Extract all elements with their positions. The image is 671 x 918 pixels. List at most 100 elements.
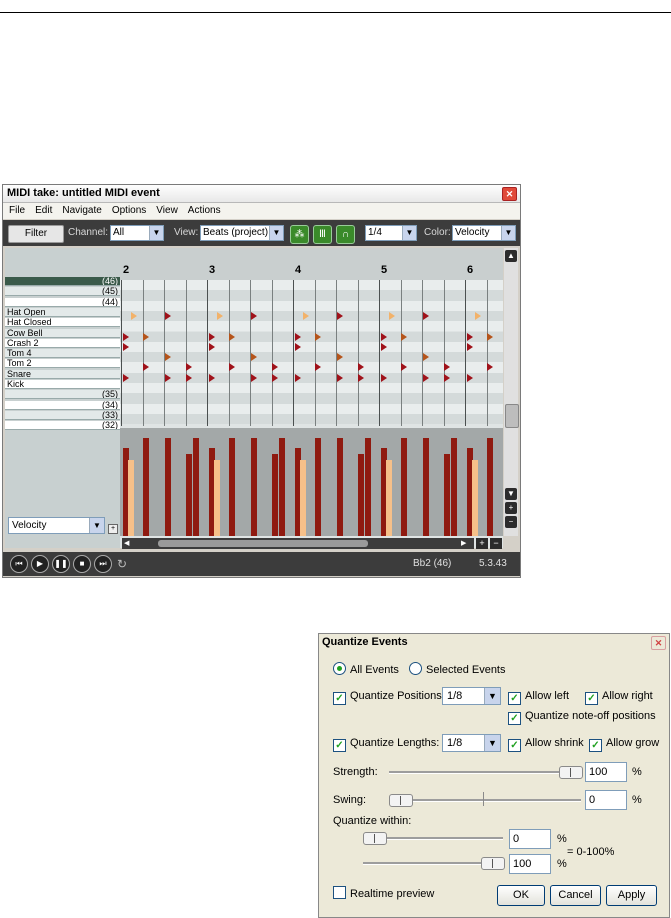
velocity-bar[interactable] bbox=[279, 438, 285, 536]
velocity-bar[interactable] bbox=[444, 454, 450, 536]
midi-note[interactable] bbox=[123, 332, 129, 341]
midi-note[interactable] bbox=[423, 373, 429, 382]
key-row[interactable]: Hat Open bbox=[5, 307, 120, 317]
midi-note[interactable] bbox=[295, 342, 301, 351]
midi-note[interactable] bbox=[295, 332, 301, 341]
midi-note[interactable] bbox=[337, 353, 343, 362]
midi-note[interactable] bbox=[358, 363, 364, 372]
lengths-select[interactable]: 1/8 ▼ bbox=[442, 734, 501, 752]
allow-right-check[interactable]: ✓ Allow right bbox=[585, 689, 653, 705]
allow-grow-check[interactable]: ✓ Allow grow bbox=[589, 736, 659, 752]
pause-icon[interactable]: ❚❚ bbox=[52, 555, 70, 573]
velocity-bar[interactable] bbox=[386, 460, 392, 536]
midi-note[interactable] bbox=[209, 342, 215, 351]
midi-note[interactable] bbox=[209, 373, 215, 382]
filter-button[interactable]: Filter bbox=[8, 225, 64, 243]
midi-note[interactable] bbox=[272, 363, 278, 372]
midi-note[interactable] bbox=[251, 311, 257, 320]
menu-file[interactable]: File bbox=[9, 203, 25, 219]
strength-field[interactable]: 100 bbox=[585, 762, 627, 782]
zoom-in-icon[interactable]: + bbox=[505, 502, 517, 514]
velocity-bar[interactable] bbox=[272, 454, 278, 536]
midi-note[interactable] bbox=[467, 332, 473, 341]
midi-note[interactable] bbox=[165, 311, 171, 320]
within-min-thumb[interactable] bbox=[363, 832, 387, 845]
menu-navigate[interactable]: Navigate bbox=[62, 203, 101, 219]
velocity-bar[interactable] bbox=[165, 438, 171, 536]
scroll-up-icon[interactable]: ▲ bbox=[505, 250, 517, 262]
midi-note[interactable] bbox=[475, 311, 481, 320]
key-row[interactable]: (33) bbox=[5, 410, 120, 420]
velocity-bar[interactable] bbox=[337, 438, 343, 536]
velocity-bar[interactable] bbox=[214, 460, 220, 536]
velocity-bar[interactable] bbox=[423, 438, 429, 536]
ok-button[interactable]: OK bbox=[497, 885, 545, 906]
midi-note[interactable] bbox=[389, 311, 395, 320]
menu-view[interactable]: View bbox=[156, 203, 178, 219]
key-row[interactable]: Snare bbox=[5, 369, 120, 379]
midi-note[interactable] bbox=[423, 311, 429, 320]
swing-field[interactable]: 0 bbox=[585, 790, 627, 810]
skip-back-icon[interactable]: ⏮ bbox=[10, 555, 28, 573]
apply-button[interactable]: Apply bbox=[606, 885, 657, 906]
scroll-thumb[interactable] bbox=[505, 404, 519, 428]
velocity-bar[interactable] bbox=[300, 460, 306, 536]
scroll-down-icon[interactable]: ▼ bbox=[505, 488, 517, 500]
key-row[interactable]: Crash 2 bbox=[5, 338, 120, 348]
zoom-out-icon[interactable]: − bbox=[505, 516, 517, 528]
key-row[interactable]: (46) bbox=[5, 277, 120, 286]
menu-options[interactable]: Options bbox=[112, 203, 146, 219]
midi-note[interactable] bbox=[401, 363, 407, 372]
midi-note[interactable] bbox=[444, 373, 450, 382]
midi-note[interactable] bbox=[381, 373, 387, 382]
midi-note[interactable] bbox=[229, 363, 235, 372]
midi-note[interactable] bbox=[229, 332, 235, 341]
midi-note[interactable] bbox=[217, 311, 223, 320]
midi-note[interactable] bbox=[186, 363, 192, 372]
midi-note[interactable] bbox=[467, 373, 473, 382]
key-row[interactable]: (35) bbox=[5, 390, 120, 400]
loop-icon[interactable]: ↻ bbox=[117, 557, 127, 571]
midi-note[interactable] bbox=[272, 373, 278, 382]
hzoom-out-icon[interactable]: − bbox=[490, 538, 502, 549]
key-row[interactable]: (45) bbox=[5, 287, 120, 297]
menu-edit[interactable]: Edit bbox=[35, 203, 52, 219]
stop-icon[interactable]: ■ bbox=[73, 555, 91, 573]
selected-events-radio[interactable]: Selected Events bbox=[409, 662, 506, 677]
magnet-icon[interactable]: ∩ bbox=[336, 225, 355, 244]
piano-roll-icon[interactable]: Ⅲ bbox=[313, 225, 332, 244]
scroll-right-icon[interactable]: ▶ bbox=[461, 539, 470, 548]
hzoom-in-icon[interactable]: + bbox=[476, 538, 488, 549]
midi-note[interactable] bbox=[143, 332, 149, 341]
midi-note[interactable] bbox=[143, 363, 149, 372]
velocity-bar[interactable] bbox=[358, 454, 364, 536]
key-row[interactable]: (32) bbox=[5, 421, 120, 431]
midi-note[interactable] bbox=[123, 373, 129, 382]
midi-note[interactable] bbox=[337, 311, 343, 320]
horizontal-scrollbar[interactable]: ◀ ▶ bbox=[122, 538, 474, 549]
midi-note[interactable] bbox=[186, 373, 192, 382]
close-icon[interactable]: ✕ bbox=[502, 187, 517, 201]
quantize-positions-check[interactable]: ✓ Quantize Positions: bbox=[333, 689, 445, 705]
midi-note[interactable] bbox=[251, 373, 257, 382]
within-max-thumb[interactable] bbox=[481, 857, 505, 870]
midi-note[interactable] bbox=[303, 311, 309, 320]
quantize-lengths-check[interactable]: ✓ Quantize Lengths: bbox=[333, 736, 439, 752]
key-row[interactable]: (44) bbox=[5, 297, 120, 307]
midi-note[interactable] bbox=[131, 311, 137, 320]
key-row[interactable]: Cow Bell bbox=[5, 328, 120, 338]
scroll-left-icon[interactable]: ◀ bbox=[124, 539, 133, 548]
velocity-bar[interactable] bbox=[193, 438, 199, 536]
add-lane-icon[interactable]: + bbox=[108, 524, 118, 534]
skip-forward-icon[interactable]: ⏭ bbox=[94, 555, 112, 573]
velocity-bar[interactable] bbox=[315, 438, 321, 536]
midi-note[interactable] bbox=[165, 353, 171, 362]
midi-note[interactable] bbox=[381, 342, 387, 351]
midi-note[interactable] bbox=[401, 332, 407, 341]
velocity-bar[interactable] bbox=[365, 438, 371, 536]
key-row[interactable]: Tom 4 bbox=[5, 349, 120, 359]
all-events-radio[interactable]: All Events bbox=[333, 662, 399, 677]
velocity-bar[interactable] bbox=[229, 438, 235, 536]
velocity-bar[interactable] bbox=[487, 438, 493, 536]
midi-note[interactable] bbox=[337, 373, 343, 382]
